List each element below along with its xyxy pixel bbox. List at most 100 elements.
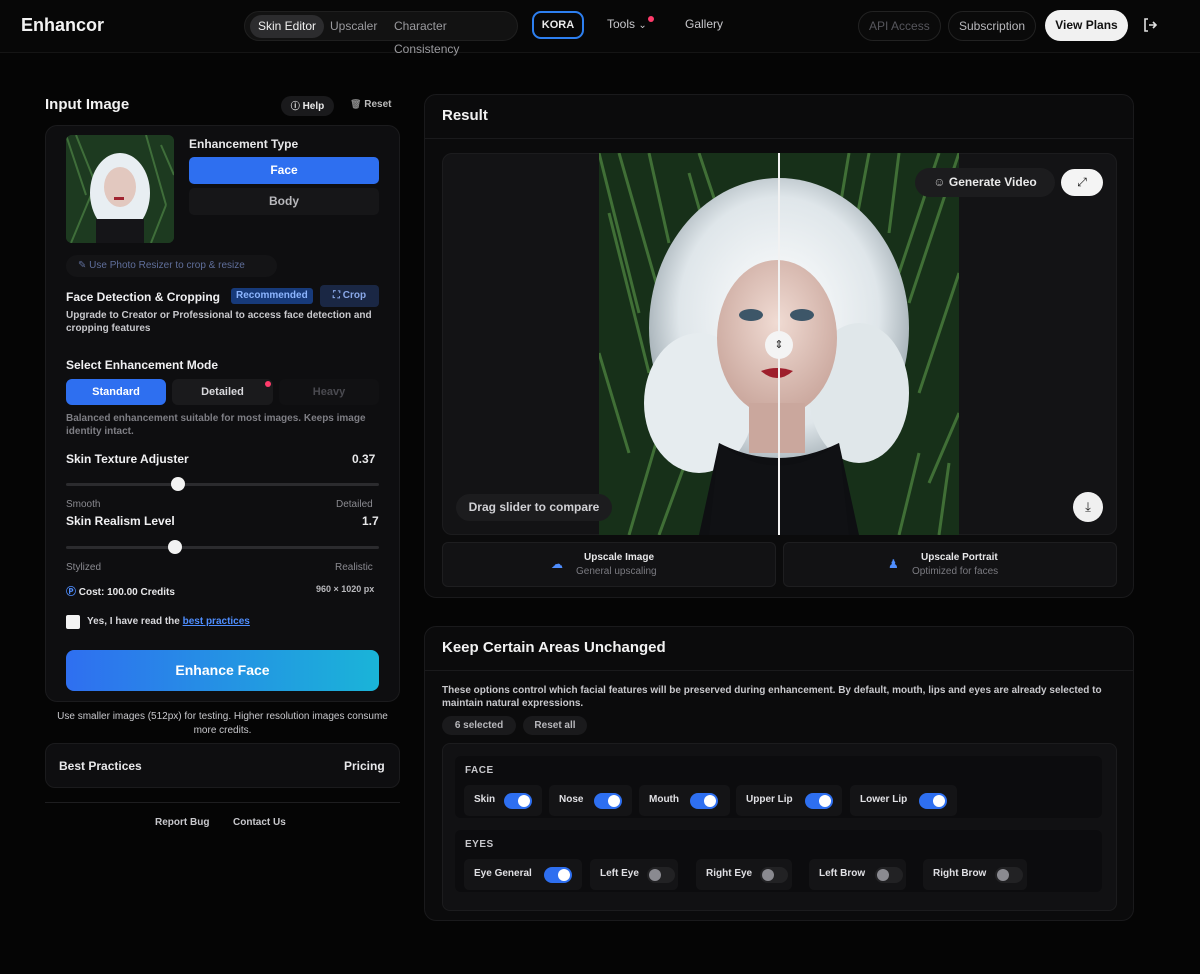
option-right-eye-toggle[interactable] [760, 867, 788, 883]
smile-icon: ☺ [933, 175, 946, 189]
contact-us-link[interactable]: Contact Us [233, 817, 286, 828]
download-icon[interactable]: ⤓ [1073, 492, 1103, 522]
agree-label: Yes, I have read the best practices [87, 616, 250, 627]
api-access-button[interactable]: API Access [858, 11, 941, 41]
skin-realism-max-label: Realistic [335, 562, 373, 573]
input-image-title: Input Image [45, 96, 130, 113]
option-left-eye[interactable]: Left Eye [590, 859, 678, 890]
agree-checkbox[interactable] [66, 615, 80, 629]
option-eye-general[interactable]: Eye General [464, 859, 582, 890]
upscale-image-title: Upscale Image [584, 552, 655, 563]
subscription-button[interactable]: Subscription [948, 11, 1037, 41]
result-header-divider [425, 138, 1133, 139]
option-skin-toggle[interactable] [504, 793, 532, 809]
option-upper-lip[interactable]: Upper Lip [736, 785, 842, 816]
skin-realism-slider[interactable] [66, 540, 379, 554]
report-bug-link[interactable]: Report Bug [155, 817, 209, 828]
option-right-eye-label: Right Eye [706, 868, 753, 879]
skin-texture-slider[interactable] [66, 477, 379, 491]
skin-texture-value: 0.37 [352, 452, 376, 466]
chevron-down-icon: ⌄ [638, 20, 647, 31]
option-left-eye-toggle[interactable] [647, 867, 675, 883]
crop-label: Crop [342, 290, 367, 301]
best-practices-button[interactable]: Best Practices [59, 759, 142, 773]
help-button[interactable]: ⓘ Help [281, 96, 334, 116]
recommended-badge: Recommended [231, 288, 313, 304]
option-nose[interactable]: Nose [549, 785, 632, 816]
pricing-button[interactable]: Pricing [344, 759, 385, 773]
nav-tab-group: Skin Editor Upscaler Character Consisten… [244, 11, 518, 56]
expand-icon[interactable]: ⤢ [1061, 169, 1103, 196]
kora-button[interactable]: KORA [532, 11, 584, 39]
option-lower-lip-label: Lower Lip [860, 794, 908, 805]
type-face-button[interactable]: Face [189, 157, 379, 184]
skin-realism-value: 1.7 [362, 514, 379, 528]
skin-texture-handle[interactable] [171, 477, 185, 491]
option-lower-lip-toggle[interactable] [919, 793, 947, 809]
enhance-face-button[interactable]: Enhance Face [66, 650, 379, 691]
option-right-brow-toggle[interactable] [995, 867, 1023, 883]
upscale-portrait-subtitle: Optimized for faces [912, 566, 999, 577]
eyes-group-label: EYES [465, 839, 494, 850]
photo-resizer-link[interactable]: ✎ Use Photo Resizer to crop & resize [66, 255, 277, 277]
option-nose-toggle[interactable] [594, 793, 622, 809]
option-upper-lip-toggle[interactable] [805, 793, 833, 809]
face-detection-note: Upgrade to Creator or Professional to ac… [66, 310, 372, 334]
gallery-link[interactable]: Gallery [685, 17, 723, 31]
app-logo[interactable]: Enhancor [21, 15, 104, 36]
keep-areas-description: These options control which facial featu… [442, 685, 1102, 709]
view-plans-button[interactable]: View Plans [1045, 10, 1128, 41]
tools-menu[interactable]: Tools ⌄ [607, 17, 647, 31]
option-left-brow[interactable]: Left Brow [809, 859, 906, 890]
result-title: Result [442, 107, 488, 124]
tab-upscaler[interactable]: Upscaler [322, 15, 385, 38]
reset-all-button[interactable]: Reset all [523, 716, 587, 735]
generate-video-label: Generate Video [948, 175, 1037, 189]
enhancement-type-label: Enhancement Type [189, 137, 299, 151]
skin-realism-min-label: Stylized [66, 562, 102, 573]
reset-button[interactable]: 🗑 Reset [350, 99, 391, 110]
option-skin-label: Skin [474, 794, 496, 805]
image-dimensions: 960 × 1020 px [316, 584, 375, 594]
resolution-note: Use smaller images (512px) for testing. … [57, 711, 388, 736]
best-practices-link[interactable]: best practices [183, 616, 250, 627]
tab-skin-editor[interactable]: Skin Editor [250, 15, 325, 38]
logout-icon[interactable] [1142, 17, 1158, 33]
crop-button[interactable]: ⛶ Crop [320, 285, 379, 307]
mode-standard-button[interactable]: Standard [66, 379, 166, 405]
option-right-brow[interactable]: Right Brow [923, 859, 1027, 890]
option-right-brow-label: Right Brow [933, 868, 987, 879]
detailed-new-dot [265, 381, 271, 387]
option-left-brow-toggle[interactable] [875, 867, 903, 883]
option-eye-general-toggle[interactable] [544, 867, 572, 883]
tab-character-consistency[interactable]: Character Consistency [386, 15, 517, 56]
generate-video-button[interactable]: ☺ Generate Video [915, 168, 1055, 197]
mode-detailed-button[interactable]: Detailed [172, 379, 273, 405]
skin-texture-min-label: Smooth [66, 499, 101, 510]
reset-label: Reset [364, 99, 392, 110]
pencil-icon: ✎ [78, 260, 87, 271]
option-mouth[interactable]: Mouth [639, 785, 730, 816]
upscale-image-button[interactable] [442, 542, 776, 587]
skin-realism-label: Skin Realism Level [66, 514, 175, 528]
option-lower-lip[interactable]: Lower Lip [850, 785, 957, 816]
skin-texture-max-label: Detailed [336, 499, 373, 510]
option-right-eye[interactable]: Right Eye [696, 859, 792, 890]
coin-icon: Ⓟ [66, 587, 76, 598]
input-thumbnail[interactable] [66, 135, 174, 243]
top-nav: Enhancor Skin Editor Upscaler Character … [0, 0, 1200, 56]
face-group-label: FACE [465, 765, 494, 776]
option-nose-label: Nose [559, 794, 584, 805]
agree-text: Yes, I have read the [87, 616, 183, 627]
upscale-image-subtitle: General upscaling [576, 566, 657, 577]
mode-heavy-button[interactable]: Heavy [279, 379, 379, 405]
swap-vertical-icon[interactable]: ⇕ [765, 331, 793, 359]
option-skin[interactable]: Skin [464, 785, 542, 816]
type-body-button[interactable]: Body [189, 188, 379, 215]
option-mouth-toggle[interactable] [690, 793, 718, 809]
upscale-portrait-button[interactable] [783, 542, 1117, 587]
skin-realism-handle[interactable] [168, 540, 182, 554]
help-icon: ⓘ [290, 101, 300, 111]
option-eye-general-label: Eye General [474, 868, 532, 879]
notification-dot [648, 16, 654, 22]
